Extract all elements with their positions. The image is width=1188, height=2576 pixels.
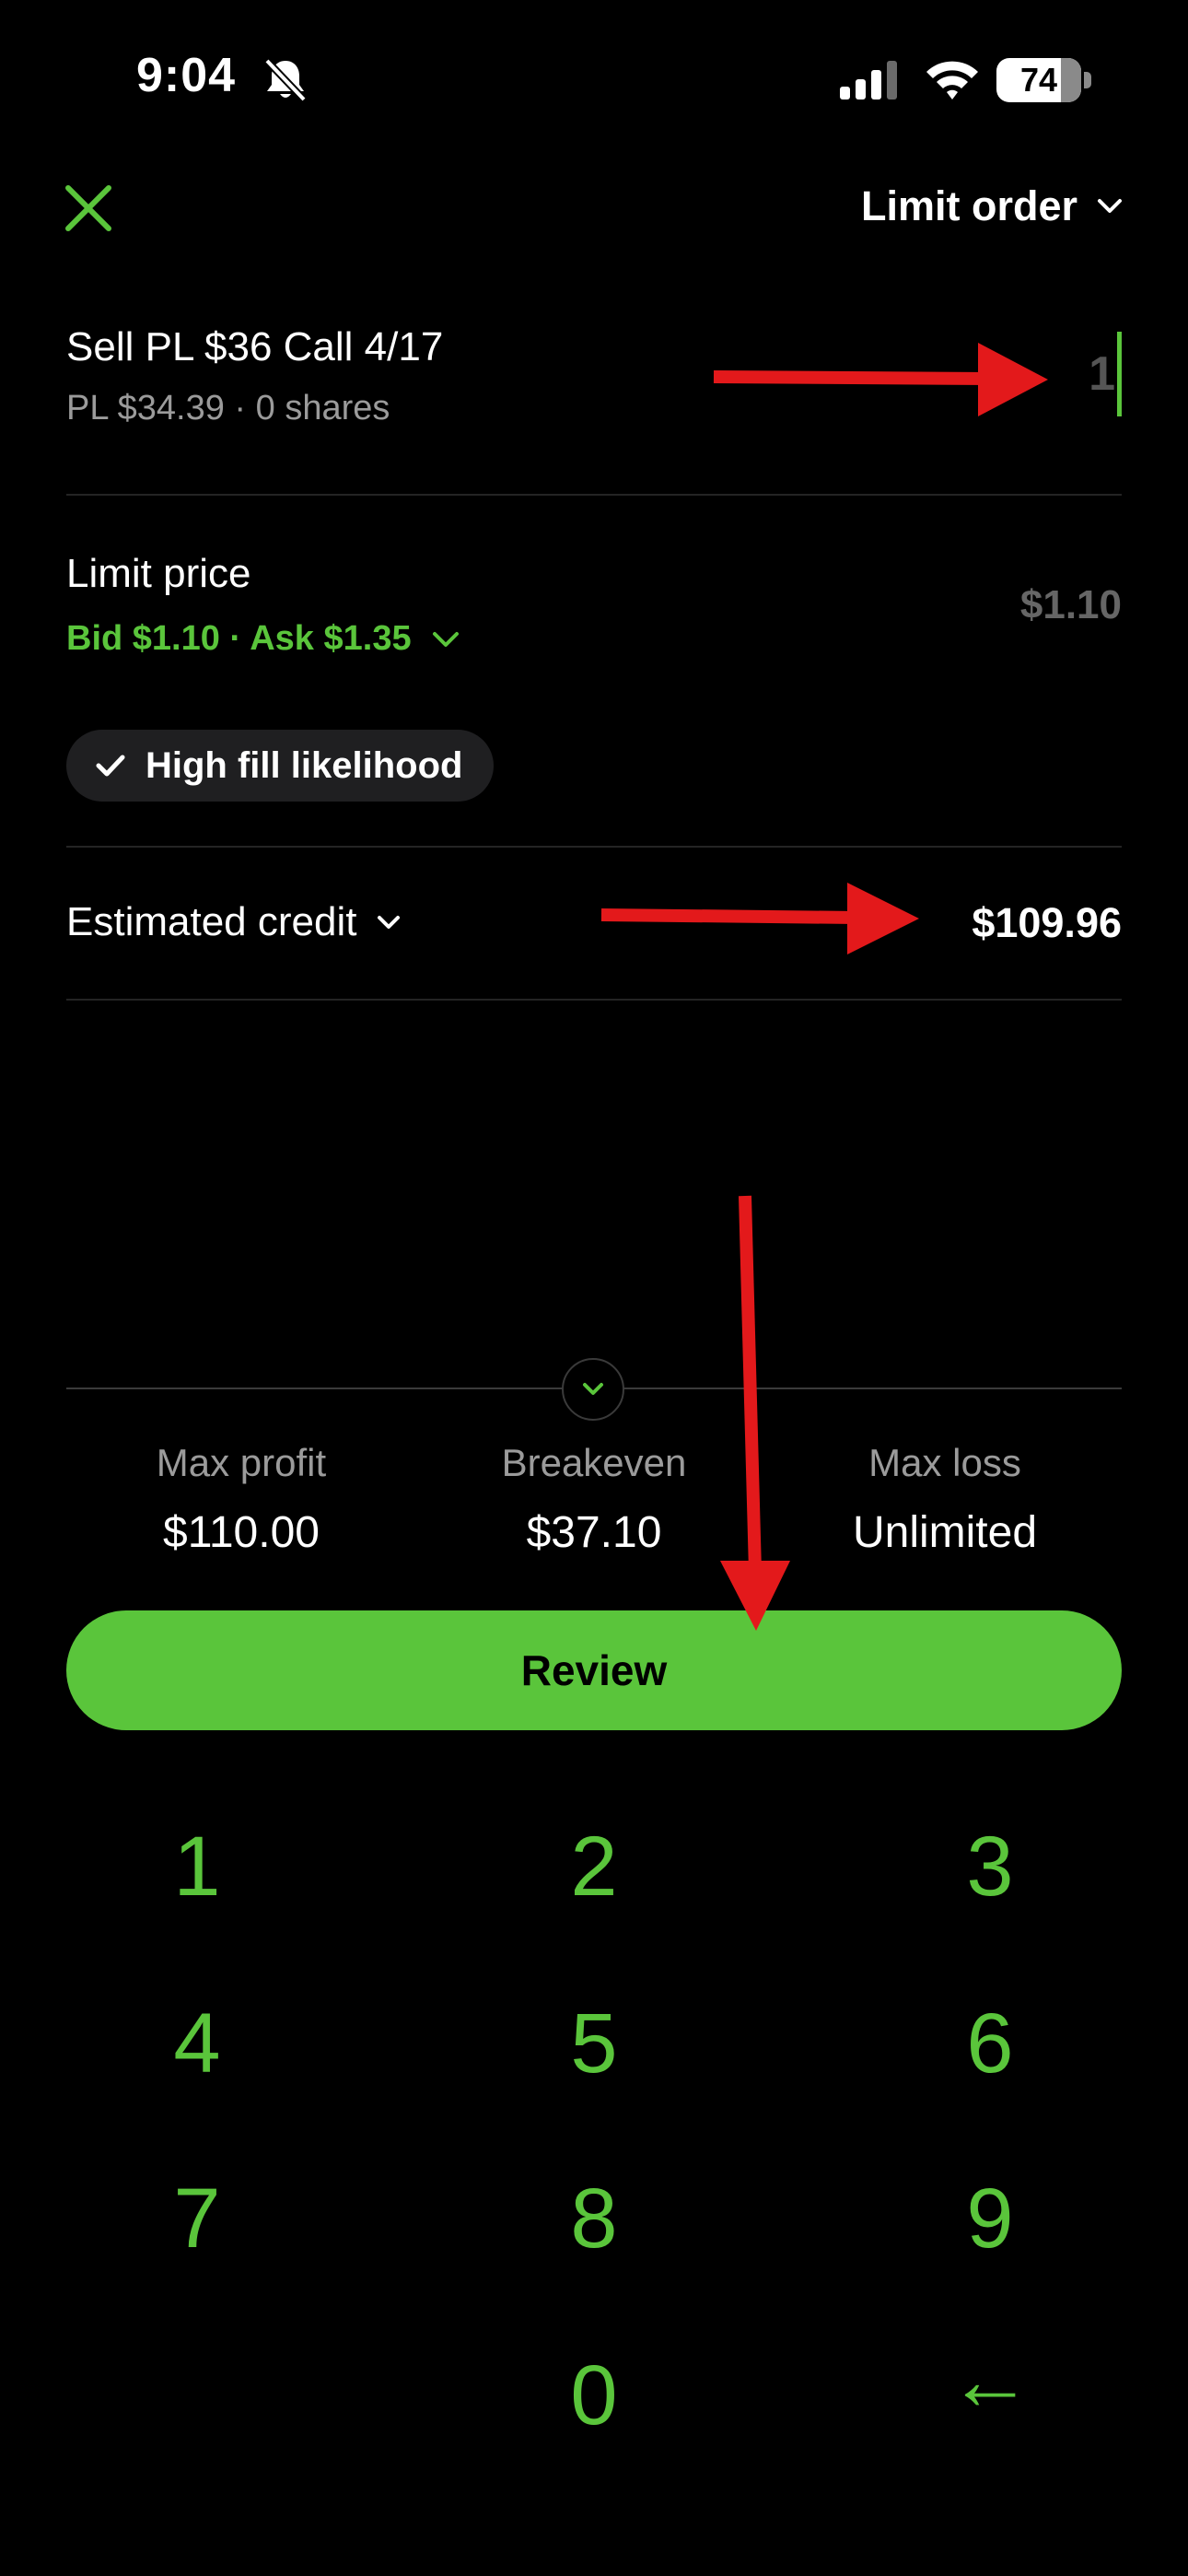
keypad-key-7[interactable]: 7: [59, 2145, 335, 2292]
estimated-credit-value: $109.96: [972, 899, 1122, 946]
max-loss-label: Max loss: [868, 1441, 1021, 1484]
review-button[interactable]: Review: [66, 1610, 1122, 1730]
limit-price-label: Limit price: [66, 551, 251, 596]
keypad-key-8[interactable]: 8: [456, 2145, 732, 2292]
annotation-arrow-review: [720, 1195, 790, 1631]
keypad-key-4[interactable]: 4: [59, 1970, 335, 2117]
order-type-dropdown[interactable]: Limit order: [861, 182, 1125, 230]
breakeven-stat: Breakeven $37.10: [419, 1441, 769, 1558]
keypad-key-9[interactable]: 9: [852, 2145, 1128, 2292]
max-profit-stat: Max profit $110.00: [66, 1441, 416, 1558]
max-profit-value: $110.00: [163, 1508, 320, 1557]
breakeven-value: $37.10: [526, 1508, 662, 1557]
keypad-key-1[interactable]: 1: [59, 1793, 335, 1940]
wifi-icon: [926, 61, 978, 100]
battery-level: 74: [1019, 61, 1058, 99]
close-icon[interactable]: [61, 181, 116, 236]
chevron-down-icon: [378, 916, 401, 929]
battery-empty-segment: [1061, 58, 1081, 102]
keypad-key-2[interactable]: 2: [456, 1793, 732, 1940]
limit-price-input[interactable]: $1.10: [1020, 582, 1122, 628]
divider: [66, 846, 1122, 848]
chevron-down-icon: [1098, 199, 1122, 213]
breakeven-label: Breakeven: [501, 1441, 687, 1484]
bid-ask-text: Bid $1.10 · Ask $1.35: [66, 619, 412, 658]
status-time: 9:04: [136, 49, 237, 102]
chevron-down-icon: [432, 631, 459, 647]
annotation-arrow-credit: [600, 883, 919, 954]
keypad-backspace-key[interactable]: ←: [852, 2307, 1128, 2454]
annotation-arrow-quantity: [713, 343, 1048, 416]
keypad-key-3[interactable]: 3: [852, 1793, 1128, 1940]
review-label: Review: [520, 1646, 668, 1694]
max-profit-label: Max profit: [156, 1441, 327, 1484]
max-loss-value: Unlimited: [852, 1508, 1038, 1557]
bell-slash-icon: [264, 58, 307, 102]
fill-likelihood-badge: High fill likelihood: [66, 730, 494, 802]
keypad-key-0[interactable]: 0: [456, 2322, 732, 2469]
summary-collapse-button[interactable]: [562, 1358, 624, 1421]
quantity-value: 1: [1089, 347, 1115, 401]
cellular-signal-icon: [840, 61, 897, 100]
order-screen: 9:04 74 Limit order Sell PL $36 Call 4/1…: [0, 0, 1188, 2576]
bid-ask-toggle[interactable]: Bid $1.10 · Ask $1.35: [66, 619, 461, 659]
quantity-input[interactable]: 1: [1011, 328, 1122, 420]
max-loss-stat: Max loss Unlimited: [770, 1441, 1120, 1558]
chevron-down-icon: [583, 1383, 603, 1395]
fill-likelihood-text: High fill likelihood: [146, 744, 463, 786]
text-cursor: [1117, 332, 1122, 416]
keypad-key-5[interactable]: 5: [456, 1970, 732, 2117]
option-title: Sell PL $36 Call 4/17: [66, 324, 444, 369]
estimated-credit-toggle[interactable]: Estimated credit: [66, 899, 404, 945]
option-subtitle: PL $34.39 · 0 shares: [66, 389, 390, 427]
checkmark-icon: [96, 755, 125, 777]
divider: [66, 494, 1122, 496]
battery-icon: 74: [996, 58, 1081, 102]
keypad-key-6[interactable]: 6: [852, 1970, 1128, 2117]
estimated-credit-label: Estimated credit: [66, 899, 357, 944]
divider: [66, 999, 1122, 1001]
battery-cap: [1084, 72, 1091, 88]
order-type-label: Limit order: [860, 182, 1077, 229]
